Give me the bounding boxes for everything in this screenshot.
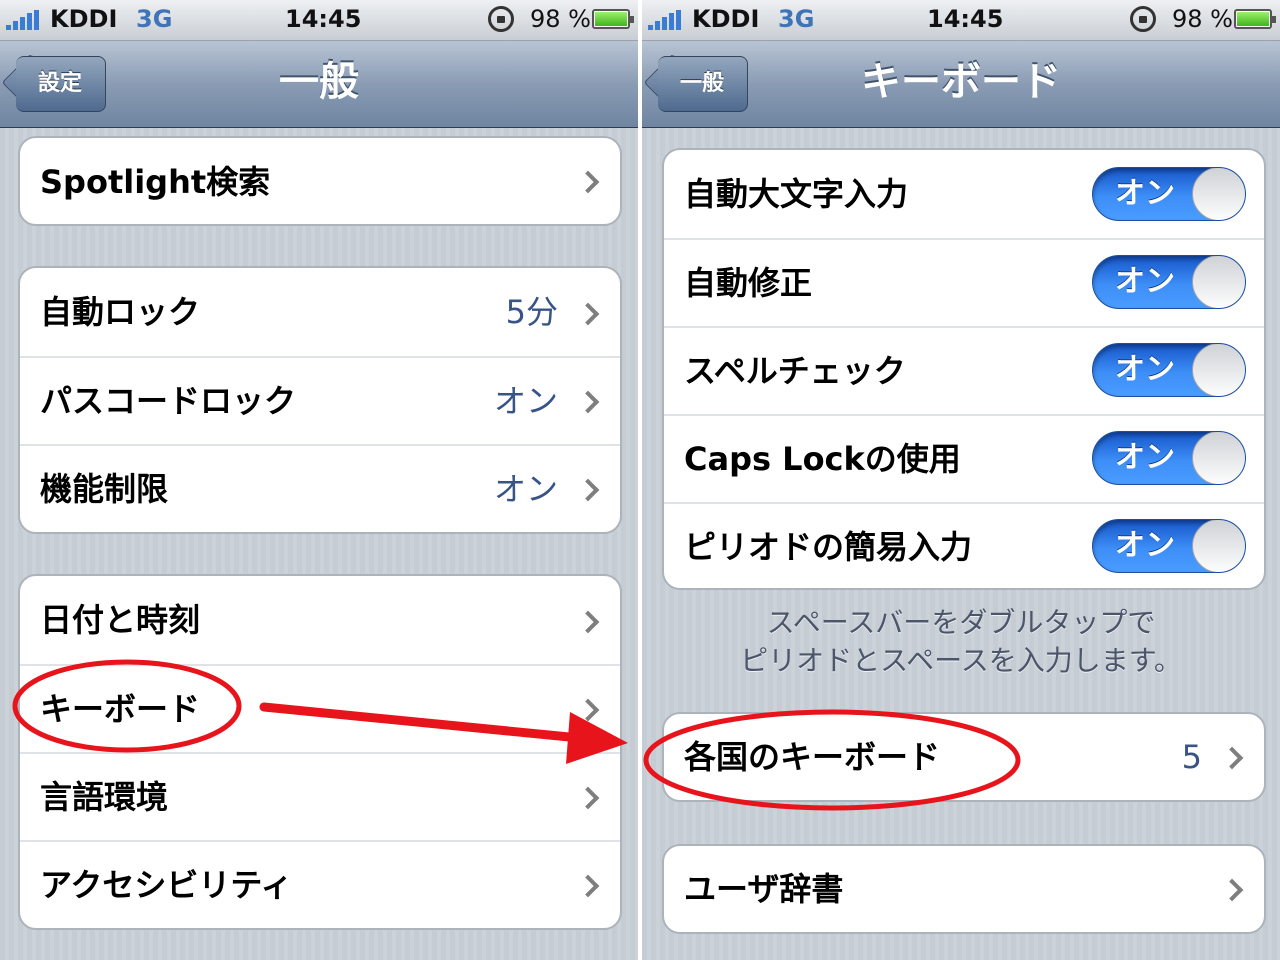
status-bar: KDDI 3G 14:45 98 % <box>0 0 638 41</box>
row-value: オン <box>493 382 558 420</box>
chevron-right-icon <box>576 390 600 414</box>
list-item-date-time[interactable]: 日付と時刻 <box>20 576 620 664</box>
rotation-lock-icon <box>488 6 514 32</box>
row-value: 5 <box>1181 738 1202 776</box>
toggle-knob <box>1192 344 1245 396</box>
row-label: パスコードロック <box>40 382 297 420</box>
list-item-user-dictionary[interactable]: ユーザ辞書 <box>664 846 1264 932</box>
battery-icon <box>592 9 634 29</box>
rotation-lock-icon <box>1130 6 1156 32</box>
footnote-line-1: スペースバーをダブルタップで <box>766 606 1156 639</box>
row-label: ピリオドの簡易入力 <box>684 528 973 566</box>
row-label: 言語環境 <box>40 778 169 816</box>
toggle-knob <box>1192 256 1245 308</box>
nav-bar: 設定 一般 <box>0 41 638 128</box>
chevron-right-icon <box>576 786 600 810</box>
row-label: 各国のキーボード <box>684 738 941 776</box>
list-item-restrictions[interactable]: 機能制限 オン <box>20 444 620 532</box>
toggle-switch[interactable]: オン <box>1092 255 1246 309</box>
chevron-right-icon <box>1220 746 1244 770</box>
row-label: Spotlight検索 <box>40 163 271 201</box>
toggle-state: オン <box>1115 176 1175 211</box>
toggle-row-period-shortcut: ピリオドの簡易入力 オン <box>664 502 1264 588</box>
toggle-row-caps-lock: Caps Lockの使用 オン <box>664 414 1264 502</box>
settings-group: 自動ロック 5分 パスコードロック オン 機能制限 オン <box>18 266 622 534</box>
list-item-international-keyboards[interactable]: 各国のキーボード 5 <box>664 714 1264 800</box>
toggle-state: オン <box>1115 440 1175 475</box>
row-label: スペルチェック <box>684 352 906 390</box>
row-label: キーボード <box>40 690 201 728</box>
right-screen: KDDI 3G 14:45 98 % 一般 キーボード 自動大文字入力 オン 自… <box>642 0 1280 960</box>
toggle-knob <box>1192 520 1245 572</box>
list-item-accessibility[interactable]: アクセシビリティ <box>20 840 620 928</box>
settings-group: 日付と時刻 キーボード 言語環境 アクセシビリティ <box>18 574 622 930</box>
list-item-language[interactable]: 言語環境 <box>20 752 620 840</box>
page-title: キーボード <box>861 59 1061 105</box>
page-title: 一般 <box>279 59 359 105</box>
signal-icon <box>6 10 40 30</box>
row-label: 機能制限 <box>40 470 169 508</box>
list-item-passcode-lock[interactable]: パスコードロック オン <box>20 356 620 444</box>
toggle-group: 自動大文字入力 オン 自動修正 オン スペルチェック オン Caps Lockの… <box>662 148 1266 590</box>
nav-bar: 一般 キーボード <box>642 41 1280 128</box>
row-label: Caps Lockの使用 <box>684 440 961 478</box>
toggle-row-auto-correction: 自動修正 オン <box>664 238 1264 326</box>
list-item-keyboard[interactable]: キーボード <box>20 664 620 752</box>
toggle-switch[interactable]: オン <box>1092 343 1246 397</box>
signal-icon <box>648 10 682 30</box>
battery-percent: 98 % <box>530 5 591 33</box>
status-bar: KDDI 3G 14:45 98 % <box>642 0 1280 41</box>
toggle-knob <box>1192 168 1245 220</box>
toggle-switch[interactable]: オン <box>1092 519 1246 573</box>
clock: 14:45 <box>927 5 1004 33</box>
toggle-switch[interactable]: オン <box>1092 431 1246 485</box>
carrier-label: KDDI <box>50 5 118 33</box>
row-label: アクセシビリティ <box>40 866 293 904</box>
battery-icon <box>1234 9 1276 29</box>
toggle-switch[interactable]: オン <box>1092 167 1246 221</box>
row-label: 自動ロック <box>40 293 201 331</box>
chevron-right-icon <box>576 610 600 634</box>
network-label: 3G <box>136 5 173 33</box>
row-label: 自動大文字入力 <box>684 175 909 213</box>
row-label: ユーザ辞書 <box>684 870 844 908</box>
chevron-right-icon <box>576 478 600 502</box>
chevron-right-icon <box>576 698 600 722</box>
chevron-right-icon <box>576 874 600 898</box>
footnote-line-2: ピリオドとスペースを入力します。 <box>740 644 1182 677</box>
chevron-right-icon <box>576 302 600 326</box>
list-item-spotlight[interactable]: Spotlight検索 <box>20 138 620 224</box>
toggle-state: オン <box>1115 528 1175 563</box>
list-item-auto-lock[interactable]: 自動ロック 5分 <box>20 268 620 356</box>
chevron-right-icon <box>576 170 600 194</box>
toggle-row-spell-check: スペルチェック オン <box>664 326 1264 414</box>
battery-percent: 98 % <box>1172 5 1233 33</box>
toggle-row-auto-capitalization: 自動大文字入力 オン <box>664 150 1264 238</box>
toggle-state: オン <box>1115 264 1175 299</box>
network-label: 3G <box>778 5 815 33</box>
chevron-right-icon <box>1220 878 1244 902</box>
carrier-label: KDDI <box>692 5 760 33</box>
settings-group: 各国のキーボード 5 <box>662 712 1266 802</box>
clock: 14:45 <box>285 5 362 33</box>
toggle-state: オン <box>1115 352 1175 387</box>
left-screen: KDDI 3G 14:45 98 % 設定 一般 Spotlight検索 自動ロ… <box>0 0 638 960</box>
row-value: 5分 <box>505 293 558 331</box>
row-label: 日付と時刻 <box>40 601 201 639</box>
row-label: 自動修正 <box>684 264 813 302</box>
row-value: オン <box>493 470 558 508</box>
settings-group: ユーザ辞書 <box>662 844 1266 934</box>
settings-group: Spotlight検索 <box>18 136 622 226</box>
toggle-knob <box>1192 432 1245 484</box>
